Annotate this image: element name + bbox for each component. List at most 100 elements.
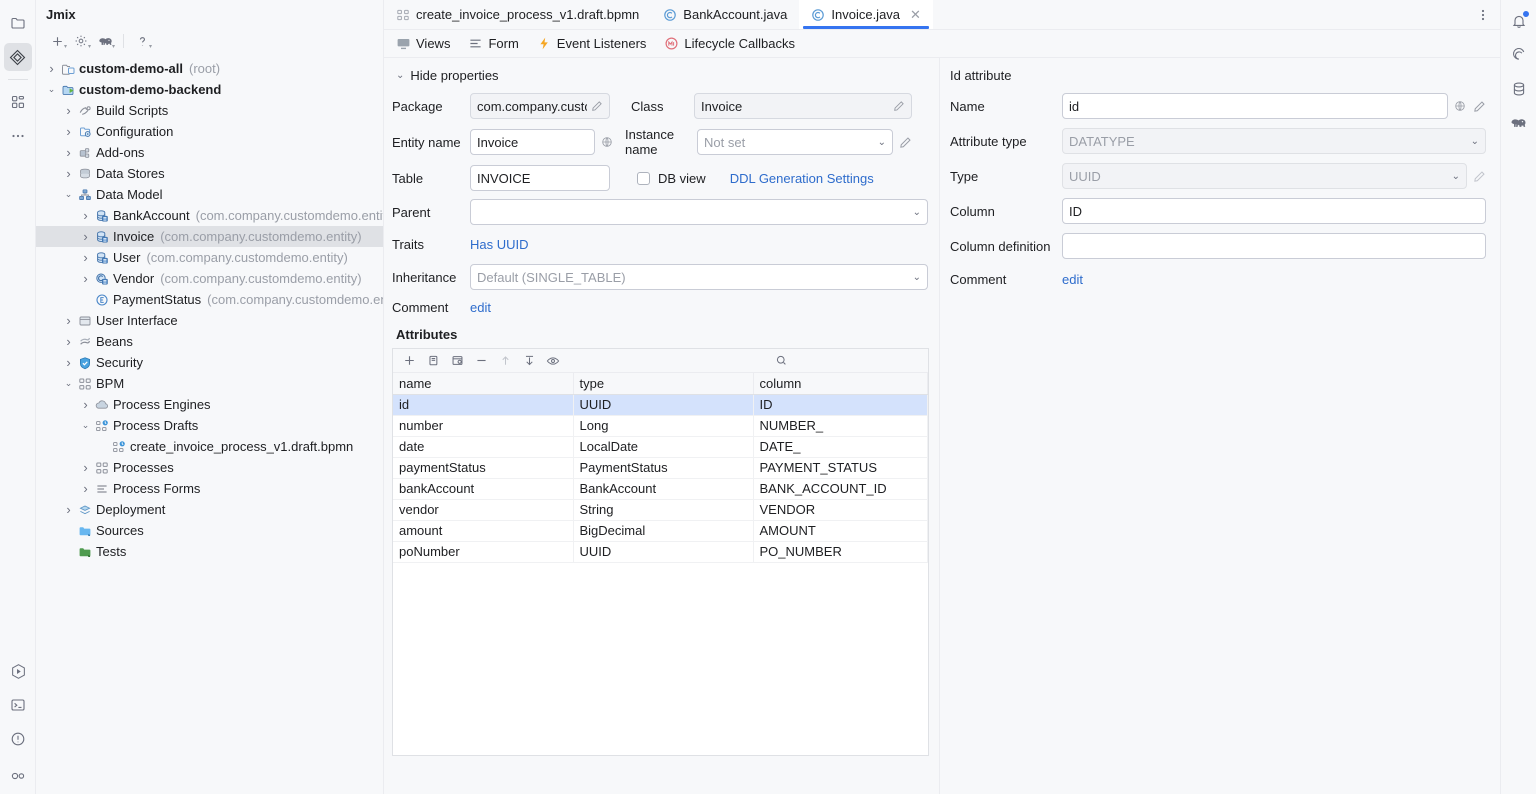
parent-select[interactable]: ⌄ (470, 199, 928, 225)
tree-item-custom-demo-all[interactable]: › custom-demo-all (root) (36, 58, 383, 79)
attributes-row[interactable]: id UUID ID (393, 394, 928, 416)
tree-item-custom-demo-backend[interactable]: ⌄ custom-demo-backend (36, 79, 383, 100)
attributes-row[interactable]: date LocalDate DATE_ (393, 436, 928, 458)
settings-icon[interactable]: ▾ (70, 30, 92, 52)
close-icon[interactable]: ✕ (910, 7, 921, 23)
editor-tab-create-invoice-process-v1-draft-bpmn[interactable]: create_invoice_process_v1.draft.bpmn (384, 0, 651, 29)
editor-tab-bankaccount-java[interactable]: BankAccount.java (651, 0, 799, 29)
attr-comment-edit-link[interactable]: edit (1062, 272, 1083, 287)
tree-item-bankaccount[interactable]: › BankAccount (com.company.customdemo.enti… (36, 205, 383, 226)
pencil-icon[interactable] (889, 100, 905, 112)
move-down-icon[interactable] (519, 351, 539, 371)
chevron-right-icon[interactable]: › (61, 163, 76, 184)
attributes-row[interactable]: amount BigDecimal AMOUNT (393, 520, 928, 542)
tree-item-process-forms[interactable]: › Process Forms (36, 478, 383, 499)
chevron-right-icon[interactable]: › (61, 142, 76, 163)
tree-item-user-interface[interactable]: › User Interface (36, 310, 383, 331)
tree-item-user[interactable]: › User (com.company.customdemo.entity) (36, 247, 383, 268)
database-icon[interactable] (1505, 75, 1533, 103)
more-tool-windows-icon[interactable] (4, 122, 32, 150)
add-attribute-icon[interactable] (399, 351, 419, 371)
db-view-checkbox[interactable] (637, 171, 650, 185)
entity-name-field[interactable]: Invoice (470, 129, 595, 155)
attributes-search-input[interactable] (775, 354, 922, 367)
pencil-icon[interactable] (1473, 100, 1486, 113)
tree-item-paymentstatus[interactable]: PaymentStatus (com.company.customdemo.ent (36, 289, 383, 310)
chevron-right-icon[interactable]: › (61, 100, 76, 121)
chevron-right-icon[interactable]: › (61, 331, 76, 352)
type-select[interactable]: UUID ⌄ (1062, 163, 1467, 189)
tree-item-configuration[interactable]: › Configuration (36, 121, 383, 142)
chevron-down-icon[interactable]: ⌄ (78, 415, 93, 436)
chevron-down-icon[interactable]: ⌄ (61, 373, 76, 394)
attributes-row[interactable]: number Long NUMBER_ (393, 415, 928, 437)
chevron-right-icon[interactable]: › (78, 205, 93, 226)
tree-item-vendor[interactable]: › Vendor (com.company.customdemo.entity) (36, 268, 383, 289)
package-field[interactable]: com.company.custo (470, 93, 610, 119)
project-files-icon[interactable] (4, 9, 32, 37)
column-definition-field[interactable] (1062, 233, 1486, 259)
table-field[interactable]: INVOICE (470, 165, 610, 191)
attr-name-field[interactable]: id (1062, 93, 1448, 119)
tree-item-bpm[interactable]: ⌄ BPM (36, 373, 383, 394)
help-icon[interactable]: ▾ (131, 30, 153, 52)
chevron-right-icon[interactable]: › (61, 310, 76, 331)
editor-tabs-more-icon[interactable] (1466, 0, 1500, 29)
pencil-icon[interactable] (1473, 170, 1486, 183)
project-tree[interactable]: › custom-demo-all (root) ⌄ custom-demo-backe… (36, 54, 383, 794)
tree-item-data-model[interactable]: ⌄ Data Model (36, 184, 383, 205)
chevron-right-icon[interactable]: › (78, 394, 93, 415)
tree-item-add-ons[interactable]: › Add-ons (36, 142, 383, 163)
attributes-row[interactable]: bankAccount BankAccount BANK_ACCOUNT_ID (393, 478, 928, 500)
hide-properties-toggle[interactable]: ⌄ Hide properties (392, 68, 929, 83)
attributes-row[interactable]: poNumber UUID PO_NUMBER (393, 541, 928, 563)
class-field[interactable]: Invoice (694, 93, 912, 119)
tree-item-build-scripts[interactable]: › Build Scripts (36, 100, 383, 121)
comment-edit-link[interactable]: edit (470, 300, 491, 315)
copy-attribute-icon[interactable] (423, 351, 443, 371)
attributes-table[interactable]: name type column id UUID ID number Long NUMBER_… (393, 373, 928, 563)
remove-attribute-icon[interactable] (471, 351, 491, 371)
tree-item-processes[interactable]: › Processes (36, 457, 383, 478)
attributes-body[interactable]: id UUID ID number Long NUMBER_ date LocalDate DA… (393, 394, 928, 563)
notifications-bell-icon[interactable] (1505, 7, 1533, 35)
jmix-icon[interactable] (3, 43, 32, 71)
chevron-right-icon[interactable]: › (78, 226, 93, 247)
tree-item-deployment[interactable]: › Deployment (36, 499, 383, 520)
tree-item-process-drafts[interactable]: ⌄ Process Drafts (36, 415, 383, 436)
chevron-right-icon[interactable]: › (61, 499, 76, 520)
tree-item-sources[interactable]: Sources (36, 520, 383, 541)
tree-item-security[interactable]: › Security (36, 352, 383, 373)
attributes-row[interactable]: vendor String VENDOR (393, 499, 928, 521)
chevron-right-icon[interactable]: › (78, 247, 93, 268)
globe-icon[interactable] (1454, 100, 1466, 112)
terminal-icon[interactable] (4, 691, 32, 719)
gradle-icon[interactable] (1505, 109, 1533, 137)
traits-value[interactable]: Has UUID (470, 237, 529, 252)
attr-column-field[interactable]: ID (1062, 198, 1486, 224)
add-icon[interactable]: ▾ (46, 30, 68, 52)
pencil-icon[interactable] (899, 136, 912, 149)
instance-name-select[interactable]: Not set ⌄ (697, 129, 893, 155)
attributes-row[interactable]: paymentStatus PaymentStatus PAYMENT_STATUS (393, 457, 928, 479)
move-up-icon[interactable] (495, 351, 515, 371)
designer-action-event-listeners[interactable]: Event Listeners (537, 36, 646, 51)
designer-action-views[interactable]: Views (396, 36, 450, 51)
run-icon[interactable] (4, 657, 32, 685)
chevron-right-icon[interactable]: › (61, 352, 76, 373)
tree-item-beans[interactable]: › Beans (36, 331, 383, 352)
tree-item-invoice[interactable]: › Invoice (com.company.customdemo.entity) (36, 226, 383, 247)
tree-item-tests[interactable]: Tests (36, 541, 383, 562)
attributes-column-header[interactable]: type (573, 373, 754, 395)
ddl-generation-settings-link[interactable]: DDL Generation Settings (730, 171, 874, 186)
designer-action-lifecycle-callbacks[interactable]: Lifecycle Callbacks (664, 36, 795, 51)
designer-action-form[interactable]: Form (468, 36, 519, 51)
attribute-type-select[interactable]: DATATYPE ⌄ (1062, 128, 1486, 154)
chevron-down-icon[interactable]: ⌄ (61, 184, 76, 205)
gradle-elephant-icon[interactable]: ▾ (94, 30, 116, 52)
pencil-icon[interactable] (587, 100, 603, 112)
tree-item-process-engines[interactable]: › Process Engines (36, 394, 383, 415)
editor-tab-invoice-java[interactable]: Invoice.java ✕ (799, 0, 933, 29)
chevron-right-icon[interactable]: › (78, 268, 93, 289)
preview-eye-icon[interactable] (543, 351, 563, 371)
